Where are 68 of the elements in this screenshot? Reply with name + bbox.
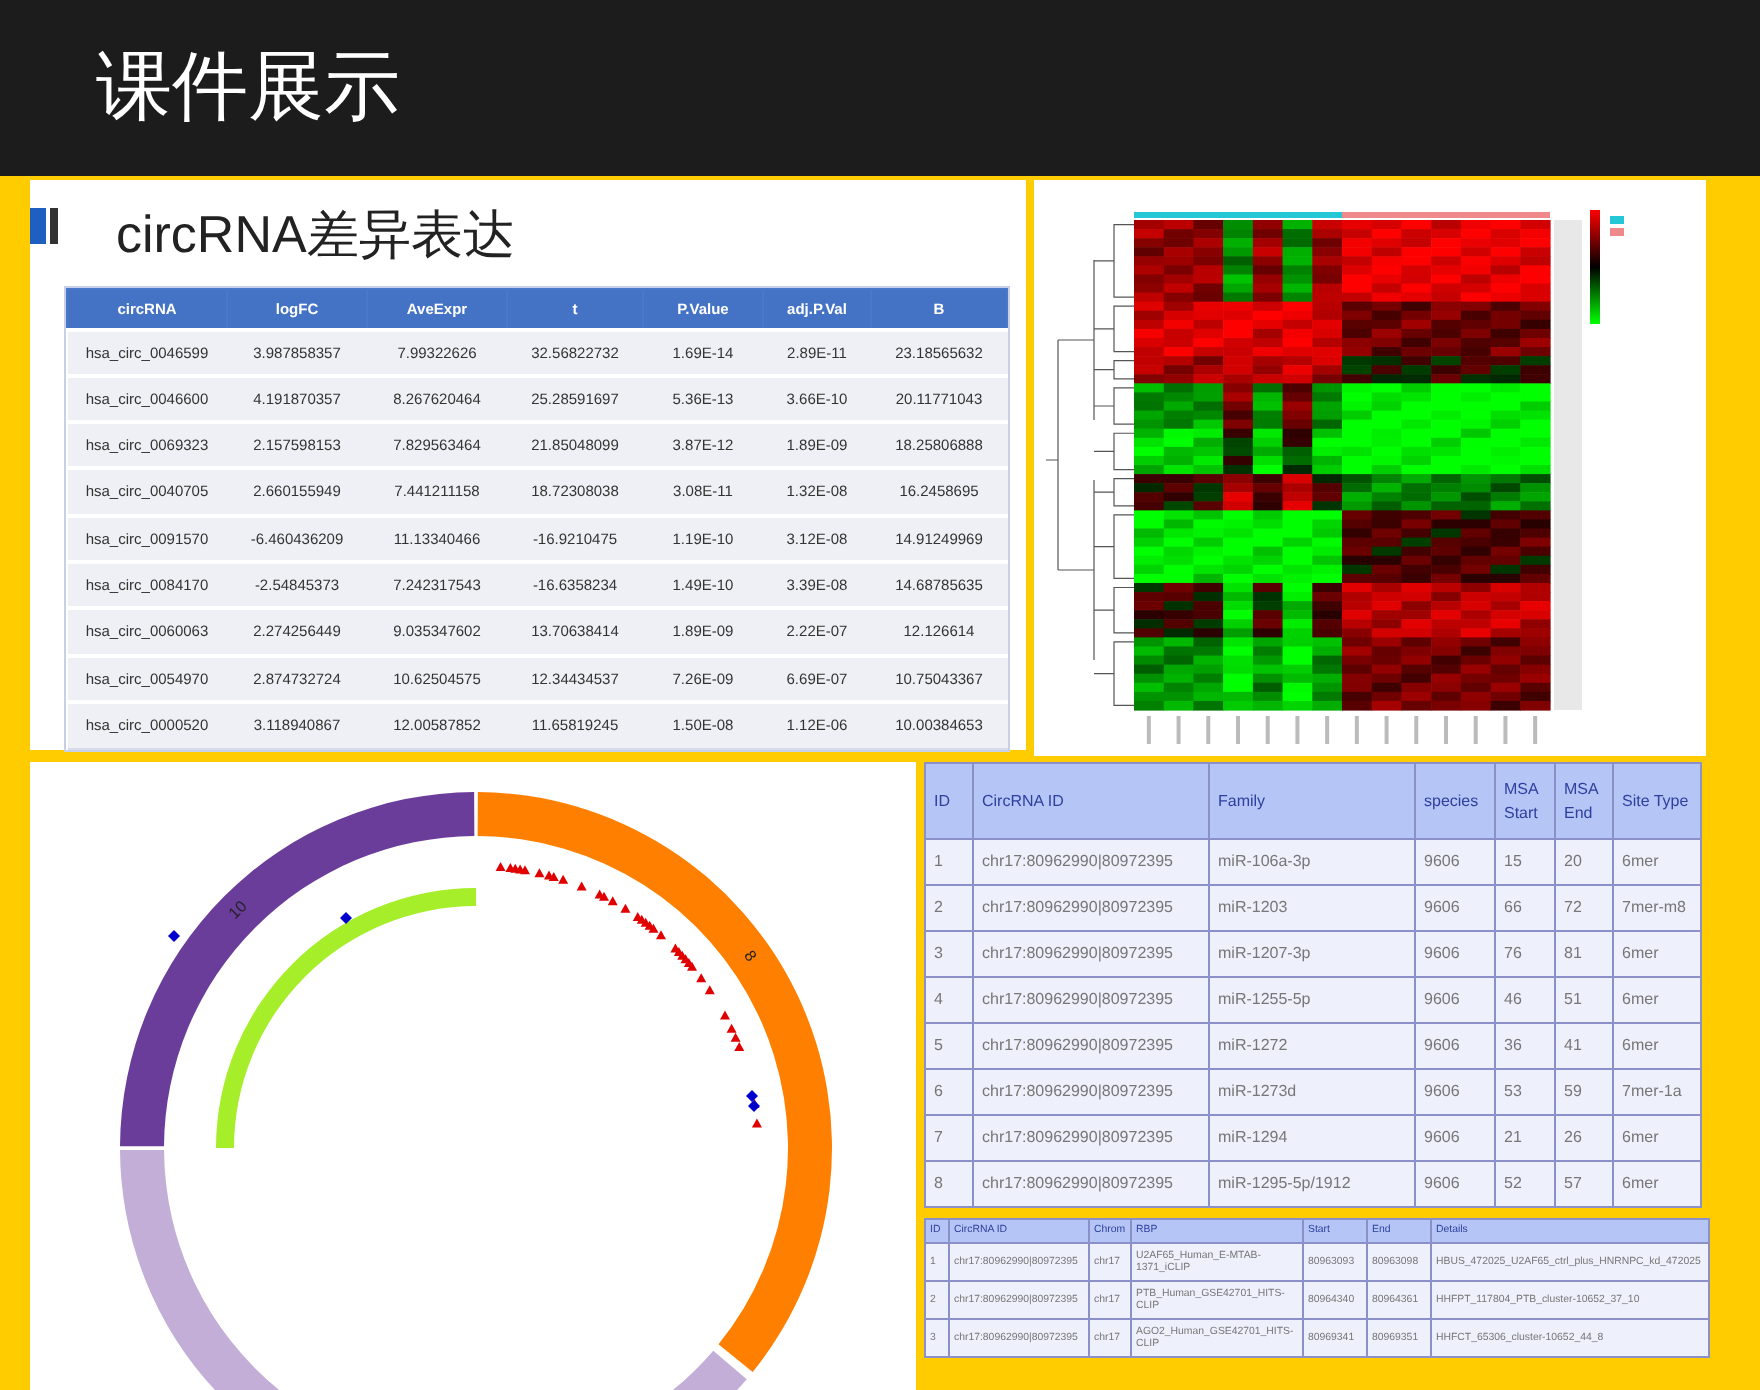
table-cell: 59 [1555,1069,1613,1115]
table-cell: miR-1272 [1209,1023,1415,1069]
table-cell: 21 [1495,1115,1555,1161]
table-cell: 2 [925,885,973,931]
table-cell: 51 [1555,977,1613,1023]
column-header: MSA Start [1495,763,1555,839]
slide-title: 课件展示 [96,44,400,134]
table-cell: 6mer [1613,977,1701,1023]
table-cell: 6 [925,1069,973,1115]
segment-label: 10 [225,897,251,923]
panel-title: circRNA差异表达 [116,208,515,260]
table-cell: 66 [1495,885,1555,931]
table-cell: chr17:80962990|80972395 [973,1069,1209,1115]
table-cell: 41 [1555,1023,1613,1069]
table-cell: 6mer [1613,839,1701,885]
column-header: CircRNA ID [973,763,1209,839]
table-cell: 72 [1555,885,1613,931]
table-cell: 9606 [1415,977,1495,1023]
table-cell: 9606 [1415,885,1495,931]
table-cell: 9606 [1415,1161,1495,1207]
column-header: ID [925,763,973,839]
table-cell: 3 [925,931,973,977]
table-cell: 76 [1495,931,1555,977]
table-cell: 9606 [1415,839,1495,885]
table-cell: 4 [925,977,973,1023]
table-cell: miR-1255-5p [1209,977,1415,1023]
column-header: Site Type [1613,763,1701,839]
table-cell: 9606 [1415,1023,1495,1069]
table-cell: miR-1207-3p [1209,931,1415,977]
table-cell: chr17:80962990|80972395 [973,1115,1209,1161]
table-cell: miR-1203 [1209,885,1415,931]
table-cell: chr17:80962990|80972395 [973,1161,1209,1207]
table-cell: 57 [1555,1161,1613,1207]
segment-label: 8 [740,947,761,965]
table-cell: chr17:80962990|80972395 [973,839,1209,885]
table-cell: 53 [1495,1069,1555,1115]
table-cell: 46 [1495,977,1555,1023]
table-cell: 6mer [1613,931,1701,977]
table-cell: 52 [1495,1161,1555,1207]
table-cell: 81 [1555,931,1613,977]
table-cell: chr17:80962990|80972395 [973,885,1209,931]
column-header: MSA End [1555,763,1613,839]
table-cell: 7 [925,1115,973,1161]
table-cell: 9606 [1415,1115,1495,1161]
table-cell: 6mer [1613,1023,1701,1069]
table-cell: 8 [925,1161,973,1207]
table-cell: 7mer-1a [1613,1069,1701,1115]
table-cell: 6mer [1613,1115,1701,1161]
table-cell: miR-1273d [1209,1069,1415,1115]
table-cell: 6mer [1613,1161,1701,1207]
table-cell: 20 [1555,839,1613,885]
column-header: Family [1209,763,1415,839]
table-cell: chr17:80962990|80972395 [973,931,1209,977]
table-cell: 1 [925,839,973,885]
table-cell: 26 [1555,1115,1613,1161]
table-cell: miR-106a-3p [1209,839,1415,885]
table-cell: chr17:80962990|80972395 [973,977,1209,1023]
table-cell: 36 [1495,1023,1555,1069]
table-cell: 7mer-m8 [1613,885,1701,931]
table-cell: 9606 [1415,1069,1495,1115]
bar-icon [30,208,62,244]
table-cell: 15 [1495,839,1555,885]
table-cell: 5 [925,1023,973,1069]
table-cell: chr17:80962990|80972395 [973,1023,1209,1069]
table-cell: miR-1294 [1209,1115,1415,1161]
table-cell: miR-1295-5p/1912 [1209,1161,1415,1207]
table-cell: 9606 [1415,931,1495,977]
column-header: species [1415,763,1495,839]
